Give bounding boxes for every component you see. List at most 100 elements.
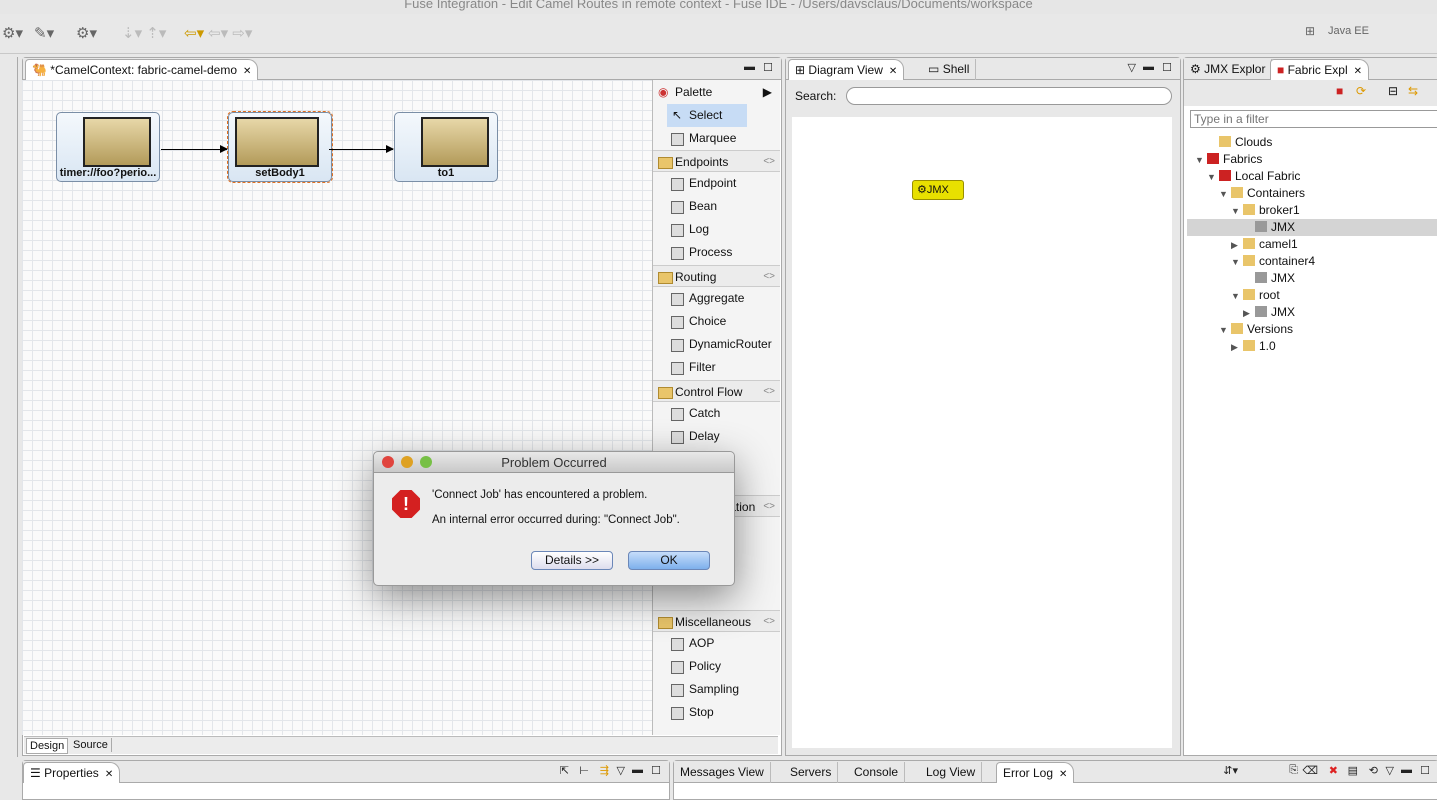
- palette-tool-marquee[interactable]: Marquee: [653, 127, 780, 150]
- palette-item[interactable]: DynamicRouter: [653, 333, 780, 356]
- tab-log-view[interactable]: Log View: [920, 762, 983, 783]
- minimize-button[interactable]: ▬: [1401, 764, 1412, 776]
- tree-item[interactable]: ▶ camel1: [1187, 236, 1437, 253]
- tree-item[interactable]: ▶ JMX: [1187, 304, 1437, 321]
- expand-toggle-icon[interactable]: ▶: [1231, 237, 1243, 254]
- tab-fabric-explorer[interactable]: ■ Fabric Expl ✕: [1270, 59, 1370, 80]
- palette-item[interactable]: Endpoint: [653, 172, 780, 195]
- tab-jmx-explorer[interactable]: ⚙ JMX Explor: [1184, 59, 1273, 80]
- link-icon[interactable]: ⇆: [1408, 84, 1418, 98]
- palette-item[interactable]: Filter: [653, 356, 780, 379]
- route-node-timer[interactable]: timer://foo?perio...: [56, 112, 160, 182]
- expand-toggle-icon[interactable]: ▼: [1207, 169, 1219, 186]
- tab-error-log[interactable]: Error Log ✕: [996, 762, 1075, 783]
- tree-item[interactable]: ▼ container4: [1187, 253, 1437, 270]
- filter-input[interactable]: [1190, 110, 1437, 128]
- tab-messages-view[interactable]: Messages View: [674, 762, 771, 783]
- filter-icon[interactable]: ⇶: [600, 764, 609, 777]
- back-icon[interactable]: ⇦▾ ⇨▾: [208, 24, 252, 42]
- details-button[interactable]: Details >>: [531, 551, 613, 570]
- restore-log-icon[interactable]: ⟲: [1369, 764, 1378, 777]
- palette-drawer-miscellaneous[interactable]: Miscellaneous <>: [653, 610, 780, 632]
- palette-item[interactable]: Log: [653, 218, 780, 241]
- tab-diagram-view[interactable]: ⊞ Diagram View ✕: [788, 59, 905, 80]
- expand-toggle-icon[interactable]: ▼: [1195, 152, 1207, 169]
- drawer-pin-icon[interactable]: <>: [763, 266, 775, 288]
- view-menu-icon[interactable]: ▽: [1128, 61, 1136, 74]
- collapse-all-icon[interactable]: ⊟: [1388, 84, 1398, 98]
- close-icon[interactable]: ✕: [1059, 769, 1067, 780]
- expand-toggle-icon[interactable]: ▼: [1231, 254, 1243, 271]
- expand-toggle-icon[interactable]: ▼: [1219, 186, 1231, 203]
- tab-design[interactable]: Design: [26, 738, 69, 754]
- tab-source[interactable]: Source: [70, 738, 112, 752]
- export-log-icon[interactable]: ⎘: [1289, 764, 1298, 777]
- open-perspective-icon[interactable]: ⊞: [1305, 24, 1315, 38]
- palette-item[interactable]: Sampling: [653, 678, 780, 701]
- palette-item[interactable]: AOP: [653, 632, 780, 655]
- palette-item[interactable]: Stop: [653, 701, 780, 724]
- palette-item[interactable]: Aggregate: [653, 287, 780, 310]
- tab-camel-context[interactable]: 🐫 *CamelContext: fabric-camel-demo ✕: [25, 59, 259, 80]
- diagram-canvas[interactable]: ⚙JMX: [792, 117, 1172, 748]
- tree-item[interactable]: JMX: [1187, 219, 1437, 236]
- maximize-button[interactable]: ☐: [1420, 764, 1430, 777]
- drawer-pin-icon[interactable]: <>: [763, 496, 775, 518]
- tab-shell[interactable]: ▭ Shell: [922, 59, 977, 80]
- drawer-pin-icon[interactable]: <>: [763, 381, 775, 403]
- zoom-window-button[interactable]: [420, 456, 432, 468]
- expand-toggle-icon[interactable]: ▼: [1231, 203, 1243, 220]
- palette-item[interactable]: Process: [653, 241, 780, 264]
- perspective-java-ee[interactable]: Java EE: [1328, 25, 1369, 37]
- ok-button[interactable]: OK: [628, 551, 710, 570]
- drawer-pin-icon[interactable]: <>: [763, 611, 775, 633]
- view-menu-icon[interactable]: ▽: [617, 764, 625, 777]
- route-canvas[interactable]: timer://foo?perio... setBody1 to1: [22, 80, 652, 735]
- tree-item[interactable]: ▼ Versions: [1187, 321, 1437, 338]
- open-log-icon[interactable]: ▤: [1348, 764, 1358, 777]
- search-input[interactable]: [846, 87, 1172, 105]
- tree-item[interactable]: ▼ broker1: [1187, 202, 1437, 219]
- close-icon[interactable]: ✕: [889, 66, 897, 77]
- tree-item[interactable]: ▼ Local Fabric: [1187, 168, 1437, 185]
- pin-icon[interactable]: ⇱: [560, 764, 569, 777]
- route-node-to[interactable]: to1: [394, 112, 498, 182]
- expand-toggle-icon[interactable]: ▶: [1231, 339, 1243, 356]
- palette-drawer-control-flow[interactable]: Control Flow <>: [653, 380, 780, 402]
- palette-item[interactable]: Delay: [653, 425, 780, 448]
- close-icon[interactable]: ✕: [105, 769, 113, 780]
- toolbar-icon[interactable]: ⇵▾: [1223, 764, 1238, 777]
- palette-tool-select[interactable]: ↖ Select: [667, 104, 747, 127]
- nav-icon[interactable]: ⇣▾ ⇡▾: [122, 24, 166, 42]
- run-icon[interactable]: ⚙▾: [76, 24, 97, 42]
- close-icon[interactable]: ✕: [243, 66, 251, 77]
- clear-log-icon[interactable]: ⌫: [1302, 764, 1318, 777]
- tree-item[interactable]: ▼ Fabrics: [1187, 151, 1437, 168]
- tab-properties[interactable]: ☰ Properties ✕: [23, 762, 121, 783]
- drawer-pin-icon[interactable]: <>: [763, 151, 775, 173]
- tree-item[interactable]: ▼ Containers: [1187, 185, 1437, 202]
- palette-item[interactable]: Choice: [653, 310, 780, 333]
- minimize-window-button[interactable]: [401, 456, 413, 468]
- close-window-button[interactable]: [382, 456, 394, 468]
- tree-item[interactable]: Clouds: [1187, 134, 1437, 151]
- wand-icon[interactable]: ✎▾: [34, 24, 54, 42]
- maximize-button[interactable]: ☐: [1162, 61, 1172, 74]
- minimize-button[interactable]: ▬: [632, 764, 643, 776]
- palette-item[interactable]: Bean: [653, 195, 780, 218]
- tab-servers[interactable]: Servers: [784, 762, 839, 783]
- expand-toggle-icon[interactable]: ▼: [1231, 288, 1243, 305]
- server-icon[interactable]: ⚙▾: [2, 24, 23, 42]
- add-fabric-icon[interactable]: ■: [1336, 84, 1343, 98]
- route-node-setbody[interactable]: setBody1: [227, 111, 333, 183]
- maximize-button[interactable]: ☐: [763, 61, 773, 74]
- palette-item[interactable]: Policy: [653, 655, 780, 678]
- palette-collapse-icon[interactable]: ▶: [763, 80, 772, 104]
- minimize-button[interactable]: ▬: [1143, 61, 1154, 73]
- tree-item[interactable]: JMX: [1187, 270, 1437, 287]
- palette-item[interactable]: Catch: [653, 402, 780, 425]
- tree-item[interactable]: ▼ root: [1187, 287, 1437, 304]
- tab-console[interactable]: Console: [848, 762, 906, 783]
- tree-item[interactable]: ▶ 1.0: [1187, 338, 1437, 355]
- expand-toggle-icon[interactable]: ▼: [1219, 322, 1231, 339]
